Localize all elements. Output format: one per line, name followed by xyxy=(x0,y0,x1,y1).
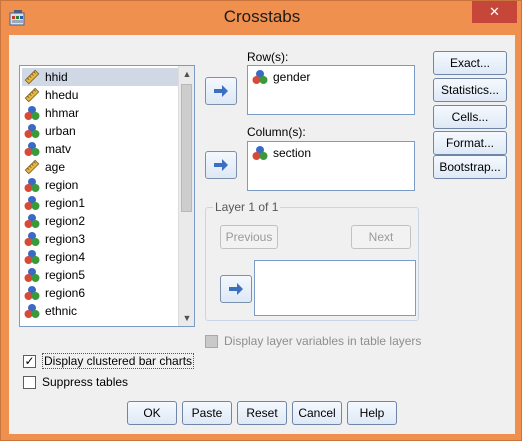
columns-label: Column(s): xyxy=(247,125,306,139)
variable-item[interactable]: age xyxy=(22,158,178,176)
variable-item[interactable]: ethnic xyxy=(22,302,178,320)
columns-list[interactable]: section xyxy=(247,141,415,191)
nominal-variable-icon xyxy=(24,124,40,138)
nominal-variable-icon xyxy=(24,286,40,300)
paste-button[interactable]: Paste xyxy=(182,401,232,425)
variable-label: region2 xyxy=(45,214,86,228)
variable-label: region6 xyxy=(45,286,86,300)
clustered-bar-label: Display clustered bar charts xyxy=(42,353,195,369)
nominal-variable-icon xyxy=(24,196,40,210)
variable-item[interactable]: region4 xyxy=(22,248,178,266)
variable-list[interactable]: hhid hhedu hhmar urban matv age region region1 r… xyxy=(19,65,195,327)
variable-item[interactable]: urban xyxy=(22,122,178,140)
variable-item[interactable]: hhid xyxy=(22,68,178,86)
display-layer-vars-checkbox[interactable] xyxy=(205,334,218,348)
clustered-bar-checkbox[interactable]: ✓ xyxy=(23,353,36,368)
variable-label: ethnic xyxy=(45,304,78,318)
clustered-bar-option[interactable]: ✓ Display clustered bar charts xyxy=(23,353,195,369)
columns-item[interactable]: section xyxy=(252,145,311,161)
format-button[interactable]: Format... xyxy=(433,131,507,155)
close-button[interactable]: ✕ xyxy=(472,1,517,23)
layer-legend: Layer 1 of 1 xyxy=(213,200,281,214)
variable-item[interactable]: hhmar xyxy=(22,104,178,122)
columns-item-label: section xyxy=(273,146,312,160)
nominal-variable-icon xyxy=(24,142,40,156)
rows-item-label: gender xyxy=(273,70,311,84)
variable-label: region3 xyxy=(45,232,86,246)
dialog-body: hhid hhedu hhmar urban matv age region region1 r… xyxy=(9,35,515,434)
checkmark-icon: ✓ xyxy=(24,353,35,368)
move-to-layer-button[interactable] xyxy=(220,275,252,303)
display-layer-vars-label: Display layer variables in table layers xyxy=(224,334,422,348)
nominal-variable-icon xyxy=(24,268,40,282)
display-layer-vars-option[interactable]: Display layer variables in table layers xyxy=(205,334,421,348)
suppress-tables-option[interactable]: Suppress tables xyxy=(23,375,128,389)
variable-list-scrollbar[interactable]: ▲ ▼ xyxy=(178,66,194,326)
scroll-down-icon[interactable]: ▼ xyxy=(179,310,195,326)
ok-button[interactable]: OK xyxy=(127,401,177,425)
arrow-right-icon xyxy=(229,283,243,295)
variable-items: hhid hhedu hhmar urban matv age region region1 r… xyxy=(22,68,178,320)
reset-button[interactable]: Reset xyxy=(237,401,287,425)
move-to-rows-button[interactable] xyxy=(205,77,237,105)
variable-item[interactable]: region xyxy=(22,176,178,194)
statistics-button[interactable]: Statistics... xyxy=(433,78,507,102)
variable-item[interactable]: region6 xyxy=(22,284,178,302)
suppress-tables-label: Suppress tables xyxy=(42,375,129,389)
scale-variable-icon xyxy=(24,87,40,103)
move-to-columns-button[interactable] xyxy=(205,151,237,179)
rows-list[interactable]: gender xyxy=(247,65,415,115)
variable-label: hhmar xyxy=(45,106,80,120)
variable-label: hhid xyxy=(45,70,68,84)
nominal-variable-icon xyxy=(252,70,268,84)
variable-item[interactable]: matv xyxy=(22,140,178,158)
scroll-up-icon[interactable]: ▲ xyxy=(179,66,195,82)
suppress-tables-checkbox[interactable] xyxy=(23,375,36,389)
rows-label: Row(s): xyxy=(247,50,289,64)
nominal-variable-icon xyxy=(24,250,40,264)
variable-item[interactable]: region5 xyxy=(22,266,178,284)
variable-item[interactable]: region2 xyxy=(22,212,178,230)
help-button[interactable]: Help xyxy=(347,401,397,425)
cells-button[interactable]: Cells... xyxy=(433,105,507,129)
window-title: Crosstabs xyxy=(223,7,301,26)
nominal-variable-icon xyxy=(24,304,40,318)
nominal-variable-icon xyxy=(24,106,40,120)
scroll-thumb[interactable] xyxy=(181,84,192,212)
variable-item[interactable]: region3 xyxy=(22,230,178,248)
layer-list[interactable] xyxy=(254,260,416,316)
scale-variable-icon xyxy=(24,69,40,85)
variable-item[interactable]: hhedu xyxy=(22,86,178,104)
arrow-right-icon xyxy=(214,159,228,171)
variable-label: region xyxy=(45,178,79,192)
variable-item[interactable]: region1 xyxy=(22,194,178,212)
bootstrap-button[interactable]: Bootstrap... xyxy=(433,155,507,179)
variable-label: region1 xyxy=(45,196,86,210)
crosstabs-dialog: Crosstabs ✕ hhid hhedu hhmar urban matv age re… xyxy=(0,0,522,441)
nominal-variable-icon xyxy=(24,178,40,192)
variable-label: age xyxy=(45,160,66,174)
nominal-variable-icon xyxy=(252,146,268,160)
variable-label: hhedu xyxy=(45,88,79,102)
next-button[interactable]: Next xyxy=(351,225,411,249)
layer-group: Layer 1 of 1 Previous Next xyxy=(205,200,419,321)
previous-button[interactable]: Previous xyxy=(220,225,278,249)
scale-variable-icon xyxy=(24,159,40,175)
variable-label: urban xyxy=(45,124,76,138)
cancel-button[interactable]: Cancel xyxy=(292,401,342,425)
exact-button[interactable]: Exact... xyxy=(433,51,507,75)
nominal-variable-icon xyxy=(24,232,40,246)
variable-label: region5 xyxy=(45,268,86,282)
rows-item[interactable]: gender xyxy=(252,69,310,85)
arrow-right-icon xyxy=(214,85,228,97)
variable-label: matv xyxy=(45,142,72,156)
variable-label: region4 xyxy=(45,250,86,264)
title-bar[interactable]: Crosstabs ✕ xyxy=(1,1,522,35)
nominal-variable-icon xyxy=(24,214,40,228)
